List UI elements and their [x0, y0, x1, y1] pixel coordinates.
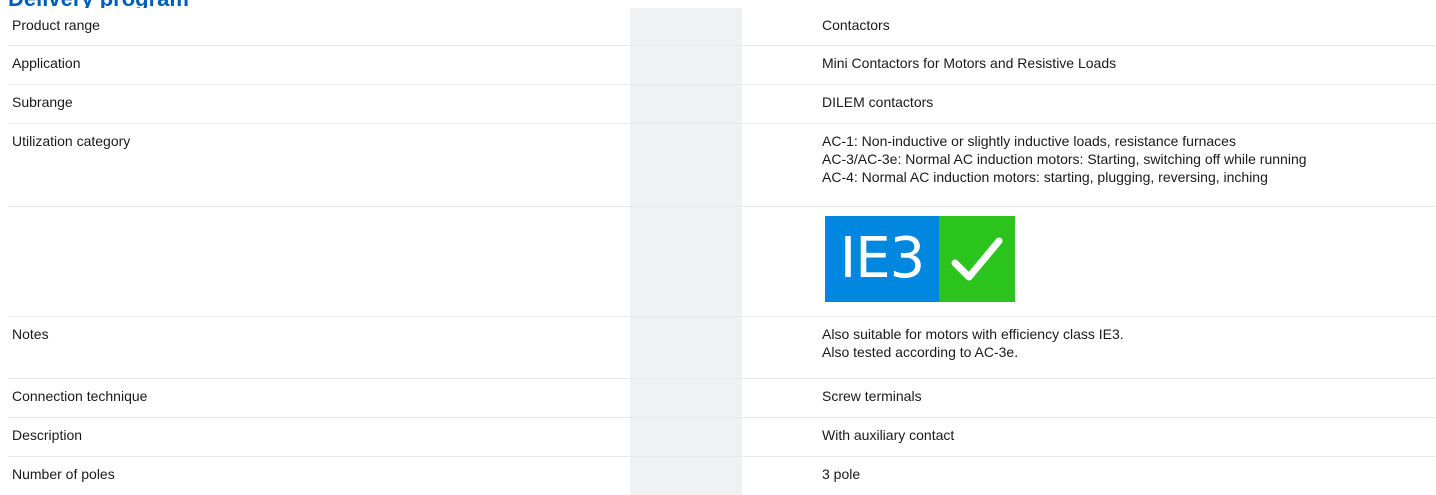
- check-icon: [939, 216, 1015, 302]
- spec-spacer-cell: [742, 46, 814, 85]
- spec-spacer-cell: [742, 85, 814, 124]
- spec-spacer-cell: [742, 207, 814, 317]
- spec-table: Product range Contactors Application Min…: [8, 8, 1436, 495]
- spec-label: Product range: [8, 8, 630, 46]
- spec-shade-cell: [630, 85, 742, 124]
- spec-spacer-cell: [742, 379, 814, 418]
- spec-shade-cell: [630, 457, 742, 495]
- spec-value-line: AC-1: Non-inductive or slightly inductiv…: [822, 132, 1432, 150]
- spec-label: Notes: [8, 317, 630, 379]
- spec-row-utilization-category: Utilization category AC-1: Non-inductive…: [8, 124, 1436, 207]
- spec-row-application: Application Mini Contactors for Motors a…: [8, 46, 1436, 85]
- spec-shade-cell: [630, 317, 742, 379]
- spec-spacer-cell: [742, 457, 814, 495]
- spec-row-description: Description With auxiliary contact: [8, 418, 1436, 457]
- spec-value: Contactors: [814, 8, 1436, 46]
- spec-value-line: With auxiliary contact: [822, 426, 1432, 444]
- spec-spacer-cell: [742, 317, 814, 379]
- spec-value: Mini Contactors for Motors and Resistive…: [814, 46, 1436, 85]
- spec-value-line: Screw terminals: [822, 387, 1432, 405]
- spec-label: Connection technique: [8, 379, 630, 418]
- spec-spacer-cell: [742, 124, 814, 207]
- spec-value: IE3: [814, 207, 1436, 317]
- spec-value: DILEM contactors: [814, 85, 1436, 124]
- spec-shade-cell: [630, 46, 742, 85]
- spec-label: Number of poles: [8, 457, 630, 495]
- spec-value-line: DILEM contactors: [822, 93, 1432, 111]
- spec-value: Screw terminals: [814, 379, 1436, 418]
- spec-row-connection-technique: Connection technique Screw terminals: [8, 379, 1436, 418]
- spec-spacer-cell: [742, 418, 814, 457]
- spec-value-line: AC-3/AC-3e: Normal AC induction motors: …: [822, 150, 1432, 168]
- spec-shade-cell: [630, 8, 742, 46]
- spec-shade-cell: [630, 418, 742, 457]
- spec-row-ie3-badge: IE3: [8, 207, 1436, 317]
- spec-shade-cell: [630, 207, 742, 317]
- spec-shade-cell: [630, 124, 742, 207]
- spec-value-line: Also suitable for motors with efficiency…: [822, 325, 1432, 343]
- spec-row-product-range: Product range Contactors: [8, 8, 1436, 46]
- spec-row-subrange: Subrange DILEM contactors: [8, 85, 1436, 124]
- spec-value-line: Mini Contactors for Motors and Resistive…: [822, 54, 1432, 72]
- spec-value: Also suitable for motors with efficiency…: [814, 317, 1436, 379]
- spec-label: Subrange: [8, 85, 630, 124]
- page-heading: Delivery program: [8, 0, 189, 8]
- spec-spacer-cell: [742, 8, 814, 46]
- spec-value-line: 3 pole: [822, 465, 1432, 483]
- ie3-badge: IE3: [825, 216, 1015, 302]
- spec-value: 3 pole: [814, 457, 1436, 495]
- ie3-badge-text: IE3: [825, 216, 939, 302]
- spec-value: With auxiliary contact: [814, 418, 1436, 457]
- spec-label: Description: [8, 418, 630, 457]
- spec-label: Application: [8, 46, 630, 85]
- spec-value-line: AC-4: Normal AC induction motors: starti…: [822, 168, 1432, 186]
- spec-row-notes: Notes Also suitable for motors with effi…: [8, 317, 1436, 379]
- spec-label: [8, 207, 630, 317]
- spec-value: AC-1: Non-inductive or slightly inductiv…: [814, 124, 1436, 207]
- spec-value-line: Contactors: [822, 16, 1432, 34]
- spec-label: Utilization category: [8, 124, 630, 207]
- spec-shade-cell: [630, 379, 742, 418]
- spec-row-number-of-poles: Number of poles 3 pole: [8, 457, 1436, 495]
- spec-value-line: Also tested according to AC-3e.: [822, 343, 1432, 361]
